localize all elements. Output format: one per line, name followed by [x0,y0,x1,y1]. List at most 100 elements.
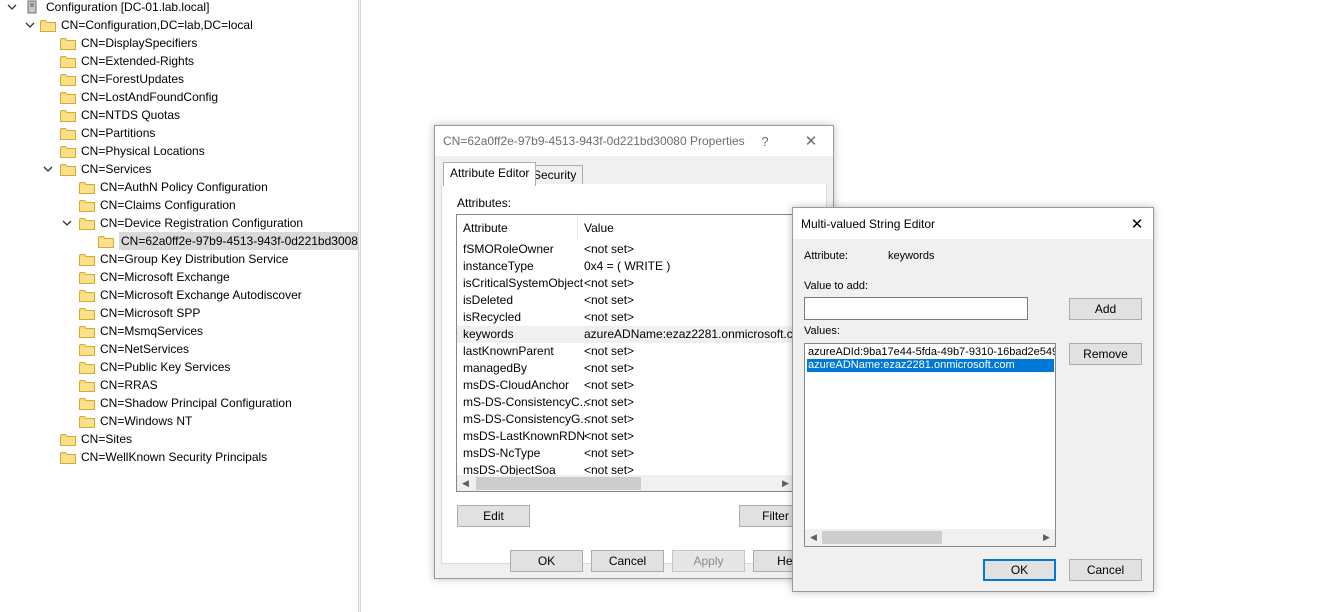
folder-icon [60,451,76,464]
tree-node[interactable]: CN=Group Key Distribution Service [61,250,288,268]
tree-node-label: CN=Public Key Services [100,360,231,374]
attribute-list[interactable]: Attribute Value fSMORoleOwner <not set> in… [456,214,793,492]
attribute-row[interactable]: managedBy <not set> [457,360,792,377]
tree-node-label: CN=Services [81,162,152,176]
scroll-right-icon[interactable]: ▶ [1038,529,1055,546]
column-header-attribute[interactable]: Attribute [457,215,578,241]
attribute-row[interactable]: isDeleted <not set> [457,292,792,309]
tree-node-label: CN=Shadow Principal Configuration [100,396,292,410]
tree-node[interactable]: CN=WellKnown Security Principals [42,448,267,466]
attribute-row[interactable]: lastKnownParent <not set> [457,343,792,360]
value-to-add-input[interactable] [804,297,1028,320]
attribute-value: <not set> [584,395,635,409]
scroll-left-icon[interactable]: ◀ [457,475,474,491]
tree-node[interactable]: CN=Public Key Services [61,358,230,376]
tree-node[interactable]: CN=Partitions [42,124,155,142]
tree-node-label: CN=Windows NT [100,414,193,428]
attribute-value: <not set> [584,412,635,426]
scrollbar-thumb[interactable] [476,477,641,490]
scroll-right-icon[interactable]: ▶ [777,475,792,491]
attribute-name: managedBy [463,361,528,375]
tree-node-label: CN=Group Key Distribution Service [100,252,289,266]
tree-node[interactable]: CN=Microsoft Exchange Autodiscover [61,286,302,304]
help-icon[interactable]: ? [743,126,787,156]
tree-node[interactable]: CN=NetServices [61,340,189,358]
add-button[interactable]: Add [1069,298,1142,320]
attribute-row[interactable]: mS-DS-ConsistencyG... <not set> [457,411,792,428]
attribute-name: fSMORoleOwner [463,242,554,256]
tree-node[interactable]: CN=Windows NT [61,412,192,430]
column-header-value[interactable]: Value [578,215,792,241]
tree-node[interactable]: CN=NTDS Quotas [42,106,180,124]
folder-icon [60,55,76,68]
cancel-button[interactable]: Cancel [591,550,664,572]
attribute-row[interactable]: fSMORoleOwner <not set> [457,241,792,258]
value-item-selected[interactable]: azureADName:ezaz2281.onmicrosoft.com [807,359,1054,372]
folder-icon [60,37,76,50]
attribute-name: mS-DS-ConsistencyC... [463,395,590,409]
properties-titlebar[interactable]: CN=62a0ff2e-97b9-4513-943f-0d221bd30080 … [435,126,833,156]
tree-node[interactable]: CN=Sites [42,430,132,448]
folder-icon [79,253,95,266]
folder-icon [79,415,95,428]
attribute-value: <not set> [584,276,635,290]
horizontal-scrollbar[interactable]: ◀ ▶ [457,475,792,491]
ok-button[interactable]: OK [510,550,583,572]
attribute-name: lastKnownParent [463,344,554,358]
tree-node[interactable]: CN=Claims Configuration [61,196,236,214]
remove-button[interactable]: Remove [1069,343,1142,365]
values-list[interactable]: azureADId:9ba17e44-5fda-49b7-9310-16bad2… [804,343,1056,547]
attribute-row[interactable]: isCriticalSystemObject <not set> [457,275,792,292]
horizontal-scrollbar[interactable]: ◀ ▶ [805,529,1055,546]
attribute-value: <not set> [584,310,635,324]
folder-icon [60,145,76,158]
tree-node-label: CN=Physical Locations [81,144,205,158]
tree-root[interactable]: Configuration [DC-01.lab.local] [6,0,209,16]
tree-node[interactable]: CN=Shadow Principal Configuration [61,394,292,412]
value-item[interactable]: azureADId:9ba17e44-5fda-49b7-9310-16bad2… [807,346,1055,359]
attribute-value: <not set> [584,344,635,358]
chevron-down-icon[interactable] [6,1,18,13]
tree-node[interactable]: CN=DisplaySpecifiers [42,34,197,52]
ok-button[interactable]: OK [983,559,1056,581]
pane-splitter[interactable] [358,0,361,612]
chevron-down-icon[interactable] [42,163,54,175]
tree-node-label: CN=Microsoft Exchange Autodiscover [100,288,302,302]
tree-node-label: CN=MsmqServices [100,324,204,338]
cancel-button[interactable]: Cancel [1069,559,1142,581]
close-icon[interactable]: ✕ [1115,209,1159,239]
tree-node-label: CN=Claims Configuration [100,198,236,212]
attribute-row[interactable]: isRecycled <not set> [457,309,792,326]
tree-node[interactable]: CN=AuthN Policy Configuration [61,178,268,196]
attribute-value: <not set> [584,446,635,460]
editor-titlebar[interactable]: Multi-valued String Editor ✕ [793,208,1153,239]
close-icon[interactable]: ✕ [789,126,833,156]
tree-node[interactable]: CN=Microsoft SPP [61,304,200,322]
tree-node-selected[interactable]: CN=62a0ff2e-97b9-4513-943f-0d221bd30080 [80,232,358,250]
tab-attribute-editor[interactable]: Attribute Editor [443,162,537,186]
attribute-row[interactable]: keywords azureADName:ezaz2281.onmicrosoft… [457,326,792,343]
attribute-row[interactable]: msDS-CloudAnchor <not set> [457,377,792,394]
tree-node[interactable]: CN=ForestUpdates [42,70,184,88]
edit-button[interactable]: Edit [457,505,530,527]
attribute-row[interactable]: instanceType 0x4 = ( WRITE ) [457,258,792,275]
tree-node[interactable]: CN=Device Registration Configuration [61,214,303,232]
chevron-down-icon[interactable] [24,19,36,31]
tree-node[interactable]: CN=Physical Locations [42,142,205,160]
tree-config-node[interactable]: CN=Configuration,DC=lab,DC=local [24,16,253,34]
scrollbar-thumb[interactable] [822,531,942,544]
attribute-value: <not set> [584,242,635,256]
attribute-row[interactable]: msDS-NcType <not set> [457,445,792,462]
attribute-row[interactable]: msDS-LastKnownRDN <not set> [457,428,792,445]
folder-icon [79,379,95,392]
tree-node[interactable]: CN=Services [42,160,151,178]
attribute-row[interactable]: mS-DS-ConsistencyC... <not set> [457,394,792,411]
tree-node[interactable]: CN=LostAndFoundConfig [42,88,218,106]
scroll-left-icon[interactable]: ◀ [805,529,822,546]
tree-node[interactable]: CN=Microsoft Exchange [61,268,230,286]
tree-node[interactable]: CN=Extended-Rights [42,52,194,70]
tree-node[interactable]: CN=MsmqServices [61,322,203,340]
tree-node[interactable]: CN=RRAS [61,376,158,394]
chevron-down-icon[interactable] [61,217,73,229]
apply-button[interactable]: Apply [672,550,745,572]
